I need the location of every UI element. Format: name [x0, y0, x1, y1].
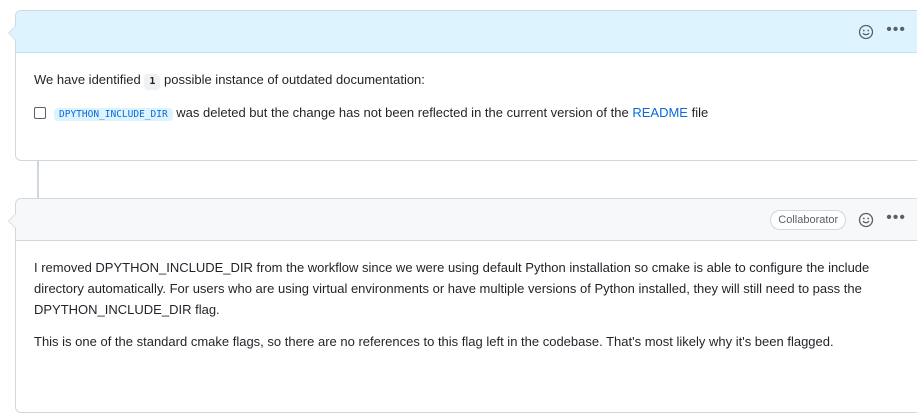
comment-header: Collaborator •••	[16, 199, 917, 241]
collaborator-badge: Collaborator	[770, 209, 847, 230]
instance-count: 1	[144, 74, 161, 90]
kebab-horizontal-icon[interactable]: •••	[886, 21, 906, 42]
bot-comment: ••• We have identified 1 possible instan…	[8, 10, 917, 161]
comment-caret	[8, 25, 16, 41]
comment-caret	[8, 213, 16, 229]
smiley-icon[interactable]	[856, 22, 876, 42]
intro-text: We have identified 1 possible instance o…	[34, 69, 906, 90]
comment-paragraph: This is one of the standard cmake flags,…	[34, 334, 834, 349]
comment-body: We have identified 1 possible instance o…	[16, 53, 917, 137]
comment-header: •••	[16, 11, 917, 53]
inline-code: DPYTHON_INCLUDE_DIR	[54, 108, 173, 121]
task-text-before: was deleted but the change has not been …	[176, 105, 629, 120]
kebab-horizontal-icon[interactable]: •••	[886, 209, 906, 230]
timeline-connector	[37, 160, 39, 198]
readme-link[interactable]: README	[632, 105, 688, 120]
smiley-icon[interactable]	[856, 210, 876, 230]
intro-before: We have identified	[34, 72, 141, 87]
comment-body: I removed DPYTHON_INCLUDE_DIR from the w…	[16, 241, 917, 366]
task-text-after: file	[691, 105, 709, 120]
collaborator-comment: Collaborator ••• I removed DPYTHON_INCLU…	[8, 198, 917, 413]
intro-after: possible instance of outdated documentat…	[164, 72, 425, 87]
comment-paragraph: I removed DPYTHON_INCLUDE_DIR from the w…	[34, 260, 870, 317]
task-checkbox[interactable]	[34, 106, 46, 119]
task-list-item: DPYTHON_INCLUDE_DIR was deleted but the …	[34, 102, 906, 123]
